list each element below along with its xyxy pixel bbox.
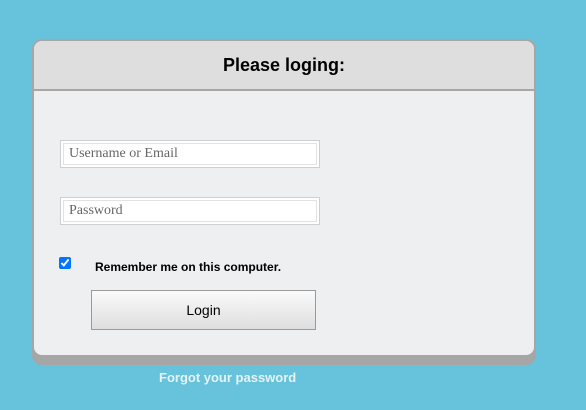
- login-button[interactable]: Login: [91, 290, 316, 330]
- login-panel: Please loging: Remember me on this compu…: [32, 39, 536, 357]
- login-panel-header: Please loging:: [34, 41, 534, 91]
- login-panel-title: Please loging:: [222, 54, 346, 75]
- username-input[interactable]: [60, 140, 320, 168]
- remember-me-checkbox[interactable]: [59, 257, 71, 269]
- forgot-password-link[interactable]: Forgot your password: [159, 370, 296, 385]
- remember-me-label: Remember me on this computer.: [95, 260, 282, 274]
- password-input[interactable]: [60, 197, 320, 225]
